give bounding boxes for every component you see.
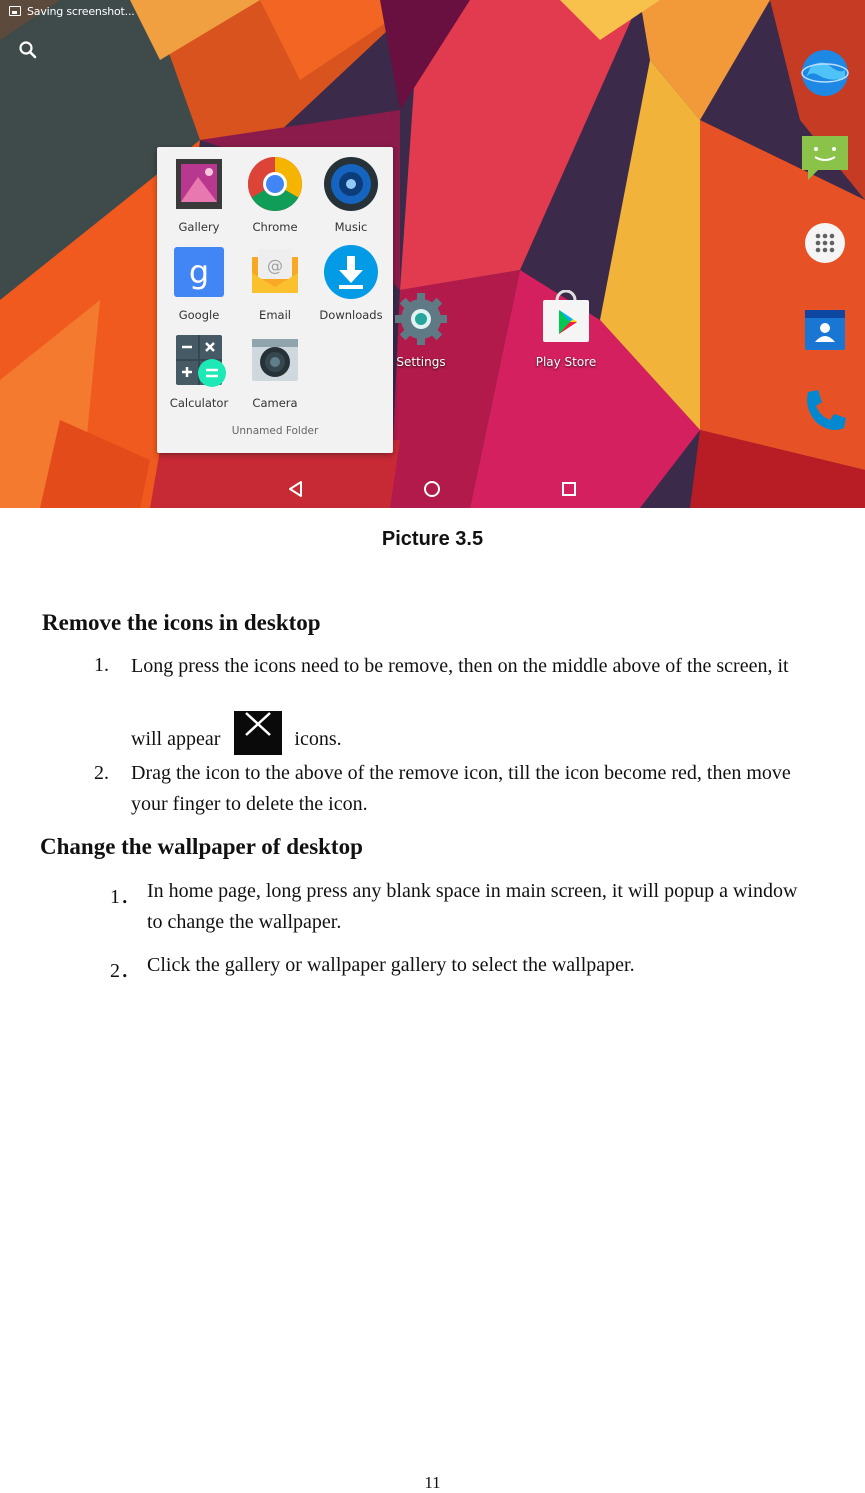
list-item-continuation: will appear icons. [131,711,342,755]
section-heading-change-wallpaper: Change the wallpaper of desktop [40,834,363,859]
list-number: 2. [94,762,109,784]
folder-app-label: Downloads [319,308,383,322]
android-screenshot: Saving screenshot... Gallery Chrome Musi… [0,0,865,508]
figure-caption: Picture 3.5 [381,528,484,550]
list-item-text: Long press the icons need to be remove, … [131,655,789,677]
status-text: Saving screenshot... [27,4,135,18]
music-icon [324,157,378,211]
folder-app-label: Gallery [178,220,220,234]
folder-app-label: Calculator [169,396,229,410]
folder-app-google[interactable]: g Google [163,243,235,322]
wallpaper [0,0,865,508]
contacts-icon[interactable] [800,304,850,354]
calculator-icon [176,335,226,387]
settings-icon [395,293,447,345]
folder-app-downloads[interactable]: Downloads [315,243,387,322]
search-icon[interactable] [18,40,38,60]
svg-text:g: g [189,253,209,291]
remove-x-icon [234,711,283,755]
desktop-app-label: Settings [396,355,446,369]
phone-icon[interactable] [800,386,850,436]
folder-app-camera[interactable]: Camera [239,331,311,410]
google-icon: g [174,247,224,297]
screenshot-notification-icon [9,6,21,16]
list-item-text: Click the gallery or wallpaper gallery t… [147,954,635,976]
play-store-icon [543,289,589,342]
downloads-icon [324,245,378,299]
folder-app-chrome[interactable]: Chrome [239,155,311,234]
folder-app-label: Camera [252,396,298,410]
folder-app-calculator[interactable]: Calculator [163,331,235,410]
folder-app-label: Chrome [252,220,298,234]
list-number: 2． [110,960,140,982]
list-item-text: your finger to delete the icon. [131,793,368,815]
list-item-text: will appear [131,728,221,750]
list-item-text: to change the wallpaper. [147,911,342,933]
gallery-icon [176,159,222,209]
desktop-app-label: Play Store [535,355,597,369]
chrome-icon [247,157,303,212]
home-icon[interactable] [421,478,443,500]
desktop-app-settings[interactable]: Settings [381,290,461,369]
messaging-icon[interactable] [800,132,850,182]
recents-icon[interactable] [558,478,580,500]
folder-app-label: Music [334,220,368,234]
status-bar: Saving screenshot... [0,0,865,22]
page-number: 11 [424,1473,441,1492]
app-folder-popup: Gallery Chrome Music g Google @ Email Do… [157,147,393,453]
list-item-text: Drag the icon to the above of the remove… [131,762,791,784]
camera-icon [252,339,298,381]
email-icon: @ [252,249,298,293]
folder-name[interactable]: Unnamed Folder [157,425,393,437]
list-number: 1． [110,886,140,908]
navigation-bar [0,468,865,508]
folder-app-music[interactable]: Music [315,155,387,234]
folder-app-label: Email [259,308,291,322]
svg-text:@: @ [267,256,283,275]
all-apps-icon[interactable] [800,218,850,268]
desktop-app-play-store[interactable]: Play Store [526,289,606,369]
list-item-text: In home page, long press any blank space… [147,880,798,902]
folder-app-label: Google [178,308,220,322]
section-heading-remove-icons: Remove the icons in desktop [42,610,321,635]
list-number: 1. [94,654,109,676]
folder-app-email[interactable]: @ Email [239,243,311,322]
folder-app-gallery[interactable]: Gallery [163,155,235,234]
browser-icon[interactable] [800,48,850,98]
list-item-text: icons. [294,728,342,750]
back-icon[interactable] [285,478,307,500]
